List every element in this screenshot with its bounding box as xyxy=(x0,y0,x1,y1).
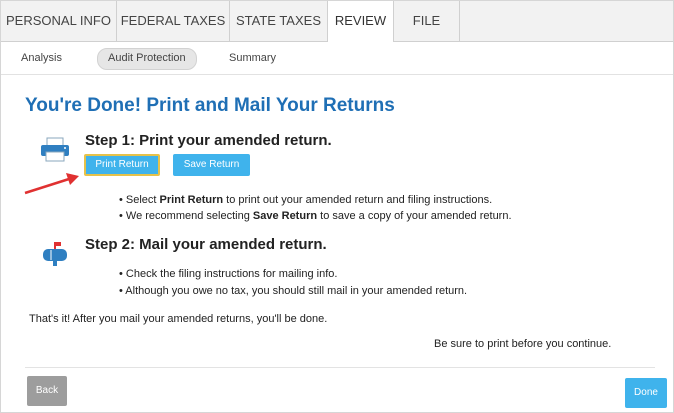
print-return-button[interactable]: Print Return xyxy=(84,154,160,176)
tab-federal-taxes[interactable]: FEDERAL TAXES xyxy=(117,1,230,41)
step1-bullet-print: • Select Print Return to print out your … xyxy=(119,194,493,206)
mailbox-icon xyxy=(43,242,67,266)
printer-icon xyxy=(41,137,69,162)
app-frame: PERSONAL INFO FEDERAL TAXES STATE TAXES … xyxy=(0,0,674,413)
step1-bullet-save: • We recommend selecting Save Return to … xyxy=(119,210,512,222)
tab-state-taxes[interactable]: STATE TAXES xyxy=(230,1,328,41)
sub-tabs: Analysis Audit Protection Summary xyxy=(1,42,673,75)
subtab-analysis[interactable]: Analysis xyxy=(11,48,72,68)
tab-file[interactable]: FILE xyxy=(394,1,460,41)
reminder-text: Be sure to print before you continue. xyxy=(434,338,612,350)
step2-title: Step 2: Mail your amended return. xyxy=(85,236,327,253)
page-title: You're Done! Print and Mail Your Returns xyxy=(25,95,395,116)
subtab-audit-protection[interactable]: Audit Protection xyxy=(97,48,197,70)
back-button[interactable]: Back xyxy=(27,376,67,406)
main-tabs: PERSONAL INFO FEDERAL TAXES STATE TAXES … xyxy=(1,1,673,42)
tab-review[interactable]: REVIEW xyxy=(328,1,394,42)
subtab-summary[interactable]: Summary xyxy=(219,48,286,68)
done-button[interactable]: Done xyxy=(625,378,667,408)
step2-bullet-mail: • Although you owe no tax, you should st… xyxy=(119,285,468,297)
save-return-button[interactable]: Save Return xyxy=(173,154,250,176)
footer-divider xyxy=(25,367,655,368)
tab-personal-info[interactable]: PERSONAL INFO xyxy=(1,1,117,41)
step2-bullet-instructions: • Check the filing instructions for mail… xyxy=(119,268,338,280)
closing-text: That's it! After you mail your amended r… xyxy=(29,313,328,325)
step1-title: Step 1: Print your amended return. xyxy=(85,132,332,149)
red-arrow-icon xyxy=(24,173,79,195)
